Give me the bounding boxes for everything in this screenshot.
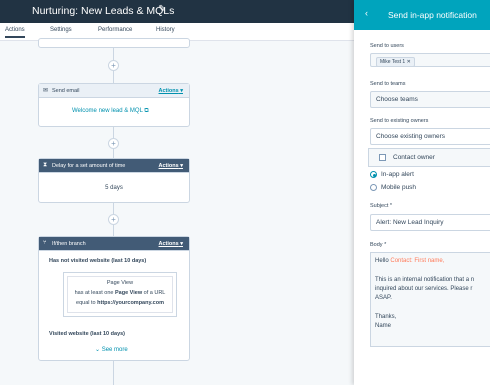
subject-label: Subject * (370, 203, 393, 209)
workflow-canvas: + ✉ Send email Actions ▾ Welcome new lea… (0, 38, 360, 385)
filter-type: Page View (106, 280, 134, 286)
owners-dropdown: Contact owner (368, 148, 490, 167)
hourglass-icon: ⧗ (43, 162, 48, 168)
teams-select[interactable]: Choose teams (370, 91, 490, 108)
contact-owner-checkbox[interactable] (379, 154, 386, 161)
delay-value: 5 days (105, 185, 123, 191)
delay-card[interactable]: ⧗ Delay for a set amount of time Actions… (38, 158, 190, 203)
body-text: This is an internal notification that a … (375, 277, 475, 283)
contact-token: Contact: First name, (390, 258, 445, 264)
filter-box[interactable]: Page View has at least one Page View of … (63, 272, 177, 317)
user-chip[interactable]: Mike Test 1 ✕ (376, 57, 415, 66)
add-action-icon[interactable]: + (108, 60, 119, 71)
tab-performance[interactable]: Performance (98, 27, 132, 33)
actions-dropdown[interactable]: Actions ▾ (159, 163, 183, 169)
workflow-title[interactable]: Nurturing: New Leads & MQLs (32, 5, 174, 17)
send-to-teams-label: Send to teams (370, 81, 406, 87)
contact-owner-option[interactable]: Contact owner (393, 154, 435, 161)
panel-title: Send in-app notification (388, 10, 477, 20)
in-app-notification-panel: ‹ Send in-app notification Send to users… (354, 0, 490, 385)
email-icon: ✉ (43, 88, 49, 94)
tab-history[interactable]: History (156, 27, 175, 33)
card-header: ⑂ If/then branch Actions ▾ (39, 237, 189, 251)
mobile-push-radio[interactable] (370, 184, 377, 191)
send-to-users-label: Send to users (370, 43, 404, 49)
email-link[interactable]: Welcome new lead & MQL ⧉ (72, 108, 149, 115)
owners-select[interactable]: Choose existing owners (370, 128, 490, 145)
connector-line (113, 361, 114, 385)
subject-input[interactable]: Alert: New Lead Inquiry (370, 214, 490, 231)
mobile-push-label: Mobile push (381, 184, 417, 191)
in-app-alert-radio[interactable] (370, 171, 377, 178)
actions-dropdown[interactable]: Actions ▾ (159, 88, 183, 94)
body-greeting: Hello Contact: First name, (375, 258, 445, 264)
branch-icon: ⑂ (43, 240, 47, 246)
card-title: Delay for a set amount of time (52, 162, 126, 169)
users-field[interactable]: Mike Test 1 ✕ (370, 53, 490, 67)
body-text: Name (375, 323, 392, 329)
card-header: ⧗ Delay for a set amount of time Actions… (39, 159, 189, 173)
see-more-link[interactable]: ⌄ See more (95, 346, 128, 353)
actions-dropdown[interactable]: Actions ▾ (159, 241, 183, 247)
card-header: ✉ Send email Actions ▾ (39, 84, 189, 98)
branch-condition: Has not visited website (last 10 days) (49, 258, 147, 264)
chevron-left-icon[interactable]: ‹ (365, 8, 368, 18)
branch-condition: Visited website (last 10 days) (49, 331, 126, 337)
body-label: Body * (370, 242, 387, 248)
close-icon: ✕ (406, 59, 411, 65)
add-action-icon[interactable]: + (108, 138, 119, 149)
send-email-card[interactable]: ✉ Send email Actions ▾ Welcome new lead … (38, 83, 190, 127)
card-title: Send email (52, 87, 80, 94)
previous-action-card[interactable] (38, 38, 190, 48)
filter-value: equal to https://yourcompany.com (76, 300, 164, 306)
chevron-down-icon: ⌄ (95, 347, 101, 353)
branch-card[interactable]: ⑂ If/then branch Actions ▾ Has not visit… (38, 236, 190, 361)
tab-settings[interactable]: Settings (50, 27, 72, 33)
in-app-alert-label: In-app alert (381, 171, 414, 178)
add-action-icon[interactable]: + (108, 214, 119, 225)
card-title: If/then branch (52, 240, 86, 247)
tab-actions[interactable]: Actions (5, 27, 25, 38)
pencil-icon[interactable]: ✎ (158, 4, 166, 15)
send-to-owners-label: Send to existing owners (370, 118, 429, 124)
panel-header: ‹ Send in-app notification (354, 0, 490, 30)
body-text: inquired about our services. Please r (375, 286, 473, 292)
body-text: ASAP. (375, 295, 392, 301)
filter-rule: has at least one Page View of a URL (74, 290, 166, 296)
body-text: Thanks, (375, 314, 397, 320)
external-link-icon: ⧉ (144, 108, 149, 114)
